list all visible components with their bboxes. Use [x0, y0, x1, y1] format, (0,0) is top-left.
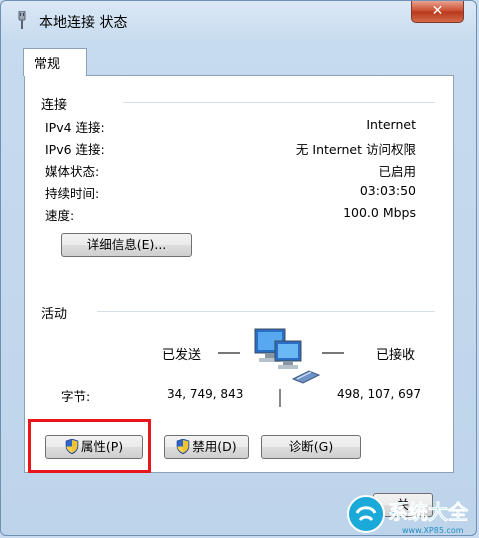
duration-value: 03:03:50 — [359, 183, 416, 198]
received-label: 已接收 — [376, 348, 416, 363]
tab-general[interactable]: 常规 — [23, 48, 87, 76]
diagnose-button[interactable]: 诊断(G) — [261, 435, 361, 459]
bytes-label: 字节: — [61, 389, 91, 404]
close-icon: ✕ — [431, 3, 444, 19]
activity-group-title: 活动 — [41, 307, 68, 322]
status-window: 本地连接 状态 ✕ 常规 连接 IPv4 连接: Internet IPv6 连… — [0, 0, 477, 536]
media-state-label: 媒体状态: — [45, 164, 100, 179]
watermark-logo: 系统大全 www.XP85.com — [347, 495, 469, 535]
ipv4-value: Internet — [366, 117, 416, 132]
activity-divider — [97, 311, 435, 313]
watermark-title: 系统大全 — [388, 500, 469, 524]
network-computers-icon — [254, 328, 321, 384]
close-window-button[interactable]: ✕ — [411, 1, 464, 23]
connection-divider — [123, 102, 435, 104]
connection-group-title: 连接 — [41, 98, 68, 113]
ipv4-label: IPv4 连接: — [45, 120, 105, 135]
ipv6-label: IPv6 连接: — [45, 142, 105, 157]
uac-shield-icon — [176, 439, 190, 454]
sent-dash — [218, 352, 240, 354]
received-dash — [322, 352, 344, 354]
watermark-url: www.XP85.com — [402, 526, 464, 535]
sent-label: 已发送 — [162, 348, 202, 363]
disable-button[interactable]: 禁用(D) — [164, 435, 249, 459]
disable-button-label: 禁用(D) — [192, 439, 237, 454]
bytes-sent-value: 34, 749, 843 — [167, 387, 244, 401]
details-button[interactable]: 详细信息(E)... — [61, 233, 192, 257]
media-state-value: 已启用 — [378, 164, 416, 179]
activity-divider-vertical — [279, 389, 281, 407]
bytes-received-value: 498, 107, 697 — [337, 387, 421, 401]
speed-value: 100.0 Mbps — [343, 205, 416, 220]
network-adapter-icon — [18, 11, 26, 29]
ipv6-value: 无 Internet 访问权限 — [295, 142, 416, 157]
speed-label: 速度: — [45, 208, 75, 223]
duration-label: 持续时间: — [45, 186, 100, 201]
properties-highlight-box — [28, 419, 151, 473]
window-title: 本地连接 状态 — [39, 15, 128, 31]
